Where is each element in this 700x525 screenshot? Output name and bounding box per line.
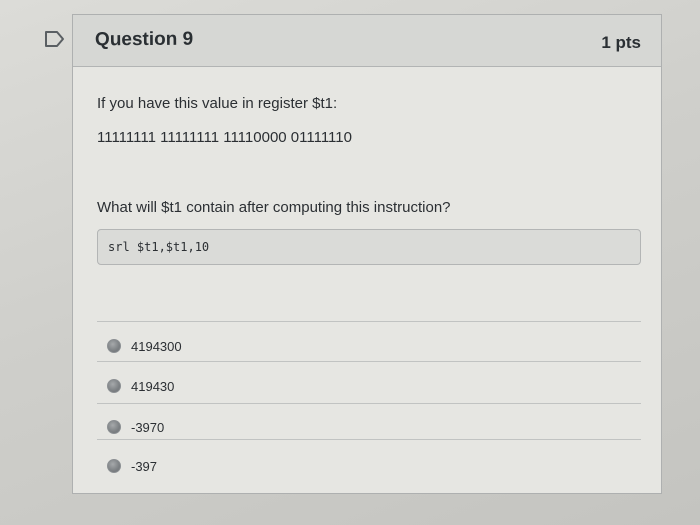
flag-question-icon[interactable] [44, 30, 66, 48]
register-value: 11111111 11111111 11110000 01111110 [97, 129, 352, 146]
question-card: Question 9 1 pts If you have this value … [72, 14, 662, 494]
instruction-code-block: srl $t1,$t1,10 [97, 229, 641, 265]
question-points: 1 pts [601, 33, 641, 52]
answer-option[interactable]: -397 [107, 456, 157, 476]
question-title: Question 9 [94, 28, 194, 51]
answer-label: -397 [131, 458, 158, 474]
answer-label: 4194300 [131, 338, 182, 354]
divider [97, 361, 641, 362]
radio-button-icon[interactable] [107, 420, 121, 434]
radio-button-icon[interactable] [107, 339, 121, 353]
divider [97, 403, 641, 404]
divider [97, 321, 641, 322]
question-prompt-line2: What will $t1 contain after computing th… [97, 199, 451, 216]
question-header: Question 9 1 pts [73, 15, 661, 67]
answer-option[interactable]: 419430 [107, 376, 174, 396]
answer-option[interactable]: 4194300 [107, 336, 182, 356]
radio-button-icon[interactable] [107, 379, 121, 393]
answer-label: 419430 [131, 378, 175, 394]
answer-option[interactable]: -3970 [107, 417, 164, 437]
answer-label: -3970 [131, 419, 165, 435]
question-prompt-line1: If you have this value in register $t1: [97, 95, 338, 112]
divider [97, 439, 641, 440]
radio-button-icon[interactable] [107, 459, 121, 473]
instruction-code: srl $t1,$t1,10 [108, 240, 210, 254]
